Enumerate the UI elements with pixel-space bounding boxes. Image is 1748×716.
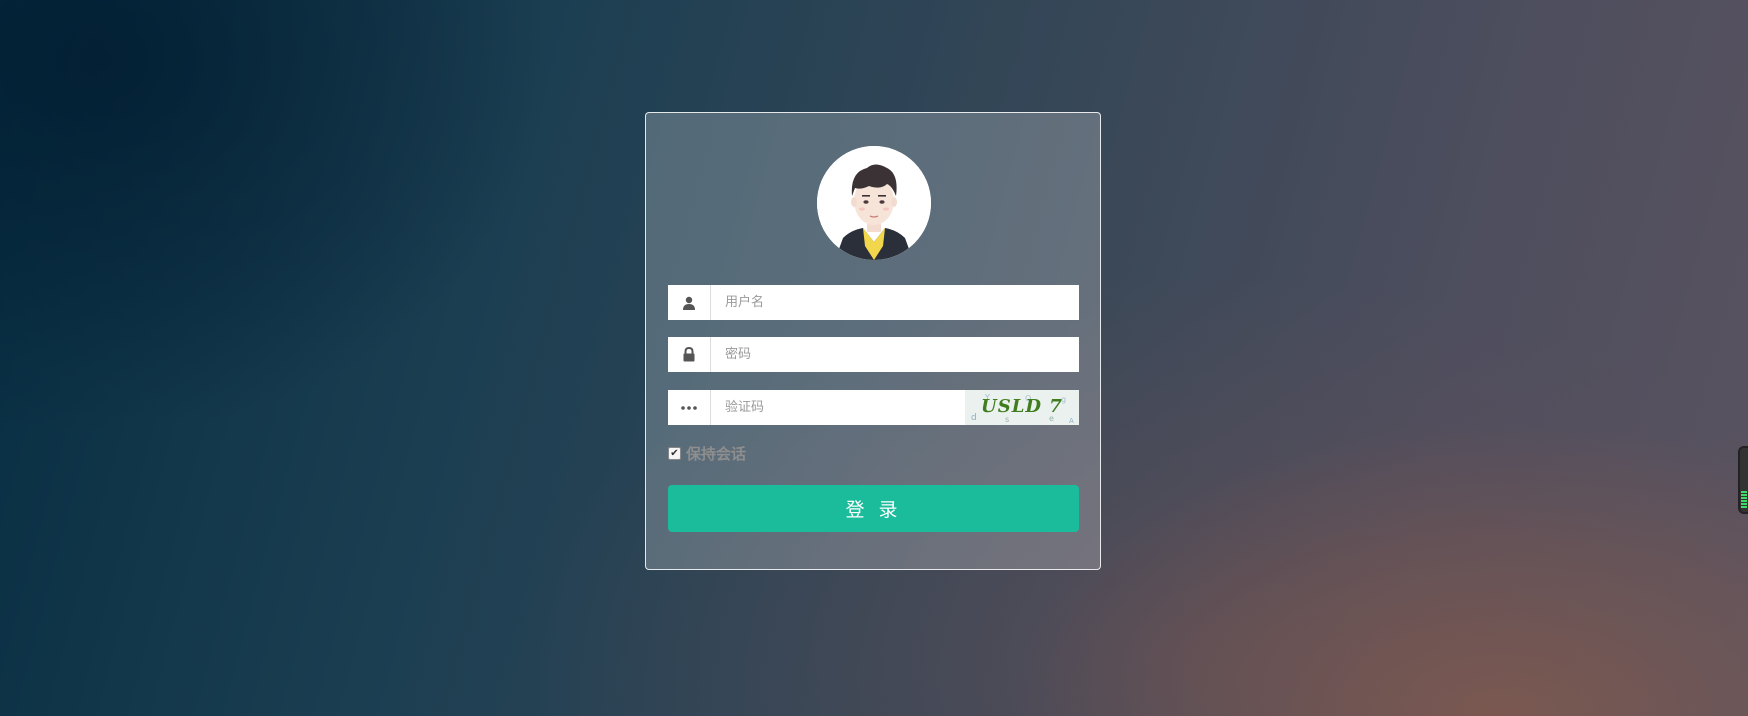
- svg-text:d: d: [971, 413, 977, 423]
- svg-text:A: A: [1069, 417, 1074, 425]
- username-field: [668, 285, 1079, 320]
- lock-icon: [668, 337, 711, 372]
- captcha-field: d Y s Q e g A USLD 7: [668, 390, 1079, 425]
- remember-session[interactable]: ✔ 保持会话: [668, 443, 746, 464]
- side-status-widget[interactable]: [1738, 446, 1748, 514]
- ellipsis-icon: [668, 390, 711, 425]
- remember-label: 保持会话: [686, 445, 747, 463]
- captcha-image[interactable]: d Y s Q e g A USLD 7: [965, 390, 1079, 425]
- password-input[interactable]: [711, 337, 1079, 372]
- login-button[interactable]: 登 录: [668, 485, 1079, 532]
- remember-checkbox[interactable]: ✔: [668, 447, 681, 460]
- avatar: [817, 146, 931, 260]
- username-input[interactable]: [711, 285, 1079, 320]
- captcha-input[interactable]: [711, 390, 965, 425]
- captcha-text: USLD 7: [981, 396, 1063, 417]
- user-icon: [668, 285, 711, 320]
- password-field: [668, 337, 1079, 372]
- login-panel: d Y s Q e g A USLD 7 ✔ 保持会话 登 录: [645, 112, 1101, 570]
